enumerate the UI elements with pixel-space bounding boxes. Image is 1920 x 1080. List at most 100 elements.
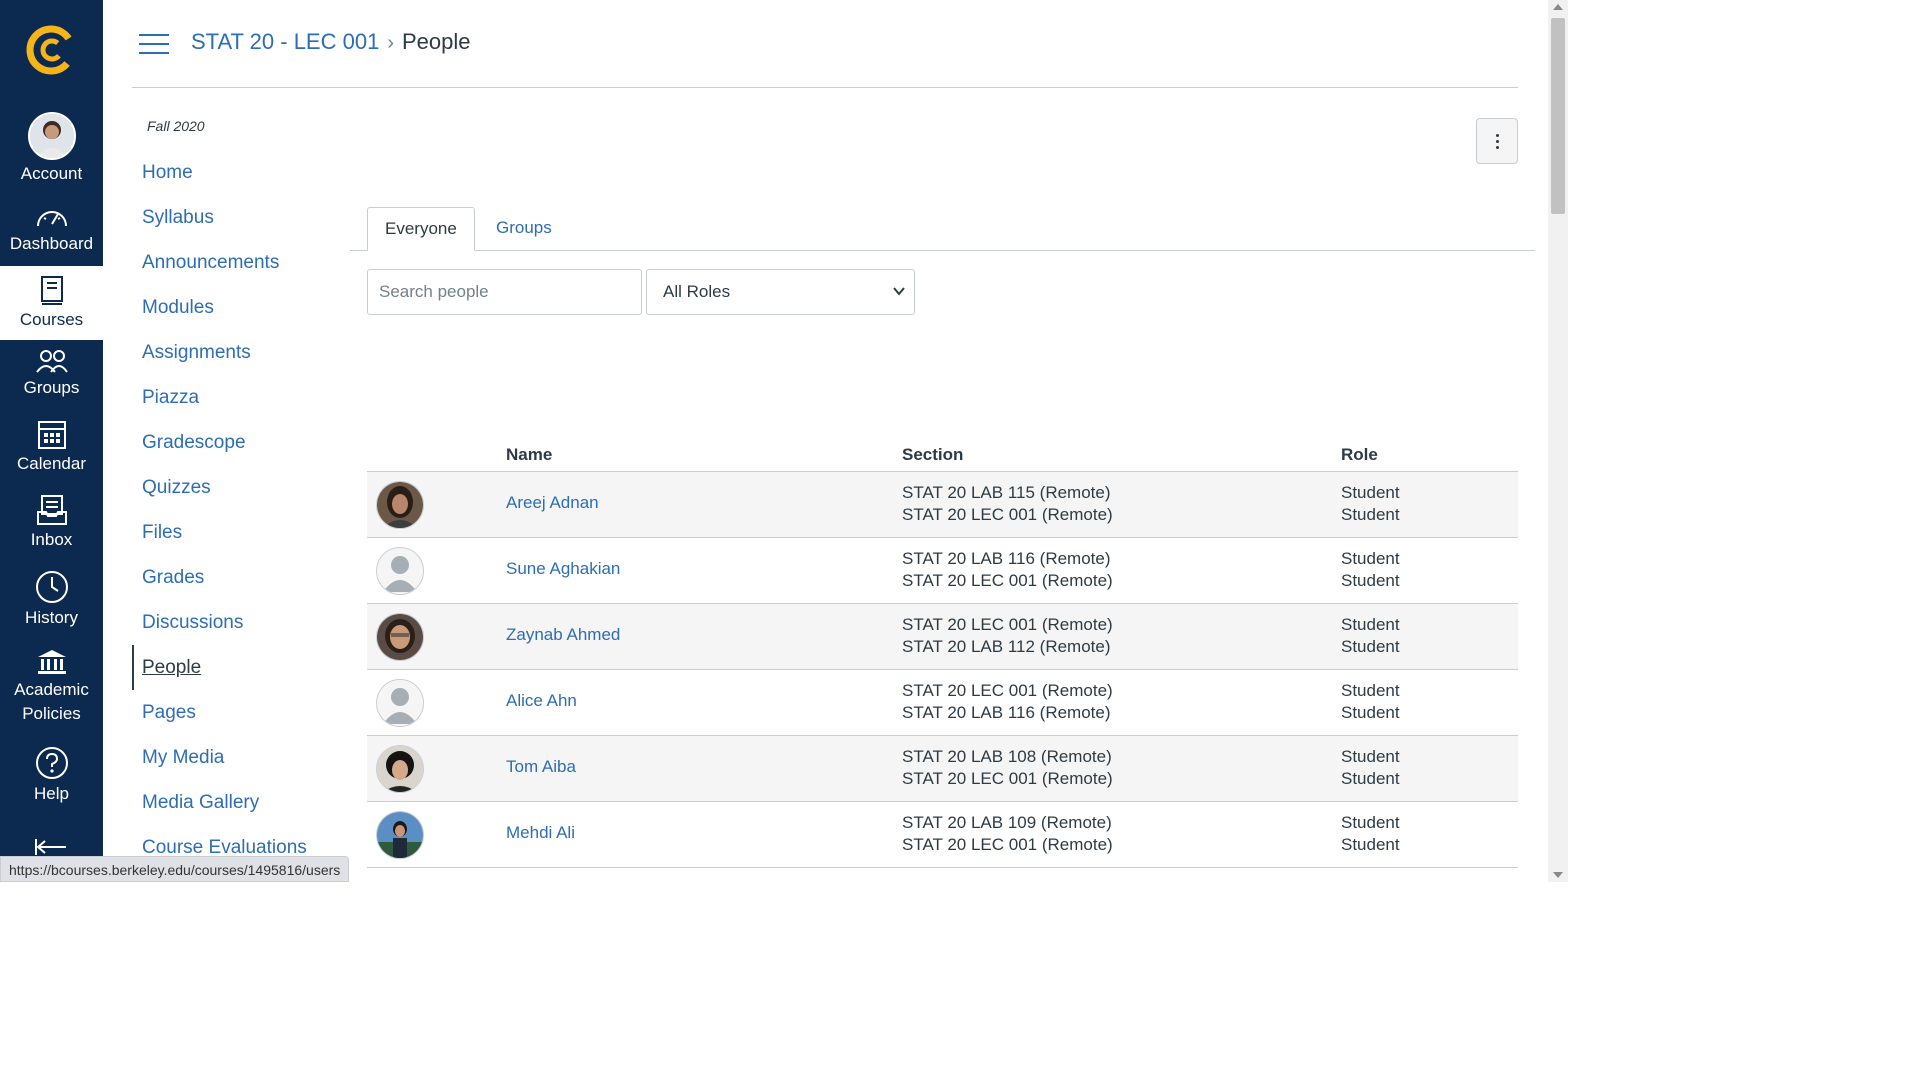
table-row: Zaynab Ahmed STAT 20 LEC 001 (Remote) ST… (367, 604, 1518, 670)
section-text: STAT 20 LEC 001 (Remote) (902, 505, 1113, 524)
course-nav-announcements[interactable]: Announcements (132, 240, 342, 285)
role-filter-select[interactable]: All Roles (646, 269, 915, 315)
person-name-link[interactable]: Areej Adnan (506, 493, 599, 513)
avatar[interactable] (376, 811, 424, 859)
role-text: Student (1341, 813, 1400, 832)
people-table: Areej Adnan STAT 20 LAB 115 (Remote) STA… (367, 472, 1518, 868)
person-sections: STAT 20 LEC 001 (Remote) STAT 20 LAB 112… (902, 614, 1113, 658)
course-nav-my-media[interactable]: My Media (132, 735, 342, 780)
course-nav-piazza[interactable]: Piazza (132, 375, 342, 420)
table-row: Tom Aiba STAT 20 LAB 108 (Remote) STAT 2… (367, 736, 1518, 802)
default-avatar[interactable] (376, 547, 424, 595)
scrollbar-thumb[interactable] (1551, 18, 1565, 214)
table-row: Alice Ahn STAT 20 LEC 001 (Remote) STAT … (367, 670, 1518, 736)
role-text: Student (1341, 703, 1400, 722)
scroll-down-arrow-icon[interactable] (1553, 872, 1563, 878)
role-text: Student (1341, 681, 1400, 700)
breadcrumb-current: People (401, 29, 471, 54)
person-sections: STAT 20 LAB 115 (Remote) STAT 20 LEC 001… (902, 482, 1113, 526)
role-filter-value: All Roles (663, 282, 731, 301)
header-divider (132, 87, 1518, 88)
inbox-icon (36, 495, 67, 525)
nav-policies-label: Policies (22, 704, 81, 723)
nav-history[interactable]: History (0, 570, 103, 632)
courses-icon (40, 276, 63, 305)
course-nav-assignments[interactable]: Assignments (132, 330, 342, 375)
nav-account[interactable]: Account (0, 112, 103, 186)
term-label: Fall 2020 (147, 118, 205, 134)
nav-academic-label: Academic (14, 680, 89, 699)
person-roles: Student Student (1341, 614, 1400, 658)
table-row: Sune Aghakian STAT 20 LAB 116 (Remote) S… (367, 538, 1518, 604)
canvas-logo-icon[interactable] (22, 20, 80, 78)
course-menu-toggle[interactable] (139, 34, 169, 56)
course-nav-media-gallery[interactable]: Media Gallery (132, 780, 342, 825)
course-nav-grades[interactable]: Grades (132, 555, 342, 600)
person-roles: Student Student (1341, 746, 1400, 790)
course-nav-home[interactable]: Home (132, 150, 342, 195)
nav-courses-label: Courses (19, 310, 84, 329)
person-name-link[interactable]: Sune Aghakian (506, 559, 620, 579)
role-text: Student (1341, 615, 1400, 634)
person-name-link[interactable]: Mehdi Ali (506, 823, 575, 843)
section-text: STAT 20 LAB 116 (Remote) (902, 549, 1111, 568)
nav-academic-policies[interactable]: Academic Policies (0, 648, 103, 730)
scroll-up-arrow-icon[interactable] (1553, 4, 1563, 10)
nav-groups[interactable]: Groups (0, 348, 103, 408)
collapse-nav-icon[interactable] (34, 838, 68, 856)
column-header-role: Role (1341, 445, 1378, 464)
person-name-link[interactable]: Zaynab Ahmed (506, 625, 620, 645)
person-sections: STAT 20 LAB 108 (Remote) STAT 20 LEC 001… (902, 746, 1113, 790)
avatar[interactable] (376, 745, 424, 793)
tab-groups[interactable]: Groups (479, 207, 569, 251)
section-text: STAT 20 LAB 109 (Remote) (902, 813, 1112, 832)
global-nav: Account Dashboard Courses Groups Calenda… (0, 0, 103, 882)
tab-everyone[interactable]: Everyone (367, 207, 475, 251)
calendar-icon (37, 421, 66, 449)
person-roles: Student Student (1341, 812, 1400, 856)
nav-calendar[interactable]: Calendar (0, 418, 103, 480)
more-options-button[interactable] (1476, 118, 1518, 164)
hamburger-icon (139, 34, 169, 36)
role-text: Student (1341, 835, 1400, 854)
avatar[interactable] (376, 613, 424, 661)
avatar[interactable] (376, 481, 424, 529)
hamburger-icon-line (139, 52, 169, 54)
person-roles: Student Student (1341, 680, 1400, 724)
search-people-input[interactable] (367, 269, 642, 315)
column-header-name[interactable]: Name (506, 445, 552, 465)
nav-inbox[interactable]: Inbox (0, 494, 103, 556)
course-nav-gradescope[interactable]: Gradescope (132, 420, 342, 465)
dashboard-icon (36, 211, 67, 227)
nav-history-label: History (25, 608, 78, 627)
course-nav-files[interactable]: Files (132, 510, 342, 555)
course-nav-quizzes[interactable]: Quizzes (132, 465, 342, 510)
person-name-link[interactable]: Tom Aiba (506, 757, 576, 777)
section-text: STAT 20 LEC 001 (Remote) (902, 835, 1113, 854)
nav-help[interactable]: Help (0, 746, 103, 808)
chevron-down-icon (893, 287, 905, 296)
nav-courses[interactable]: Courses (0, 266, 103, 340)
column-header-section: Section (902, 445, 964, 464)
course-nav-modules[interactable]: Modules (132, 285, 342, 330)
role-text: Student (1341, 637, 1400, 656)
role-text: Student (1341, 769, 1400, 788)
person-sections: STAT 20 LAB 109 (Remote) STAT 20 LEC 001… (902, 812, 1113, 856)
section-text: STAT 20 LAB 115 (Remote) (902, 483, 1111, 502)
nav-calendar-label: Calendar (17, 454, 86, 473)
course-nav-syllabus[interactable]: Syllabus (132, 195, 342, 240)
breadcrumb-course-link[interactable]: STAT 20 - LEC 001 (191, 29, 379, 54)
person-name-link[interactable]: Alice Ahn (506, 691, 577, 711)
table-row: Areej Adnan STAT 20 LAB 115 (Remote) STA… (367, 472, 1518, 538)
course-nav-discussions[interactable]: Discussions (132, 600, 342, 645)
course-nav-people[interactable]: People (132, 645, 342, 690)
person-roles: Student Student (1341, 482, 1400, 526)
role-text: Student (1341, 505, 1400, 524)
default-avatar[interactable] (376, 679, 424, 727)
course-nav-pages[interactable]: Pages (132, 690, 342, 735)
breadcrumb: STAT 20 - LEC 001 › People (191, 27, 471, 58)
academic-policies-icon (37, 650, 66, 674)
page-scrollbar[interactable] (1548, 0, 1568, 882)
nav-dashboard[interactable]: Dashboard (0, 202, 103, 264)
section-text: STAT 20 LEC 001 (Remote) (902, 571, 1113, 590)
